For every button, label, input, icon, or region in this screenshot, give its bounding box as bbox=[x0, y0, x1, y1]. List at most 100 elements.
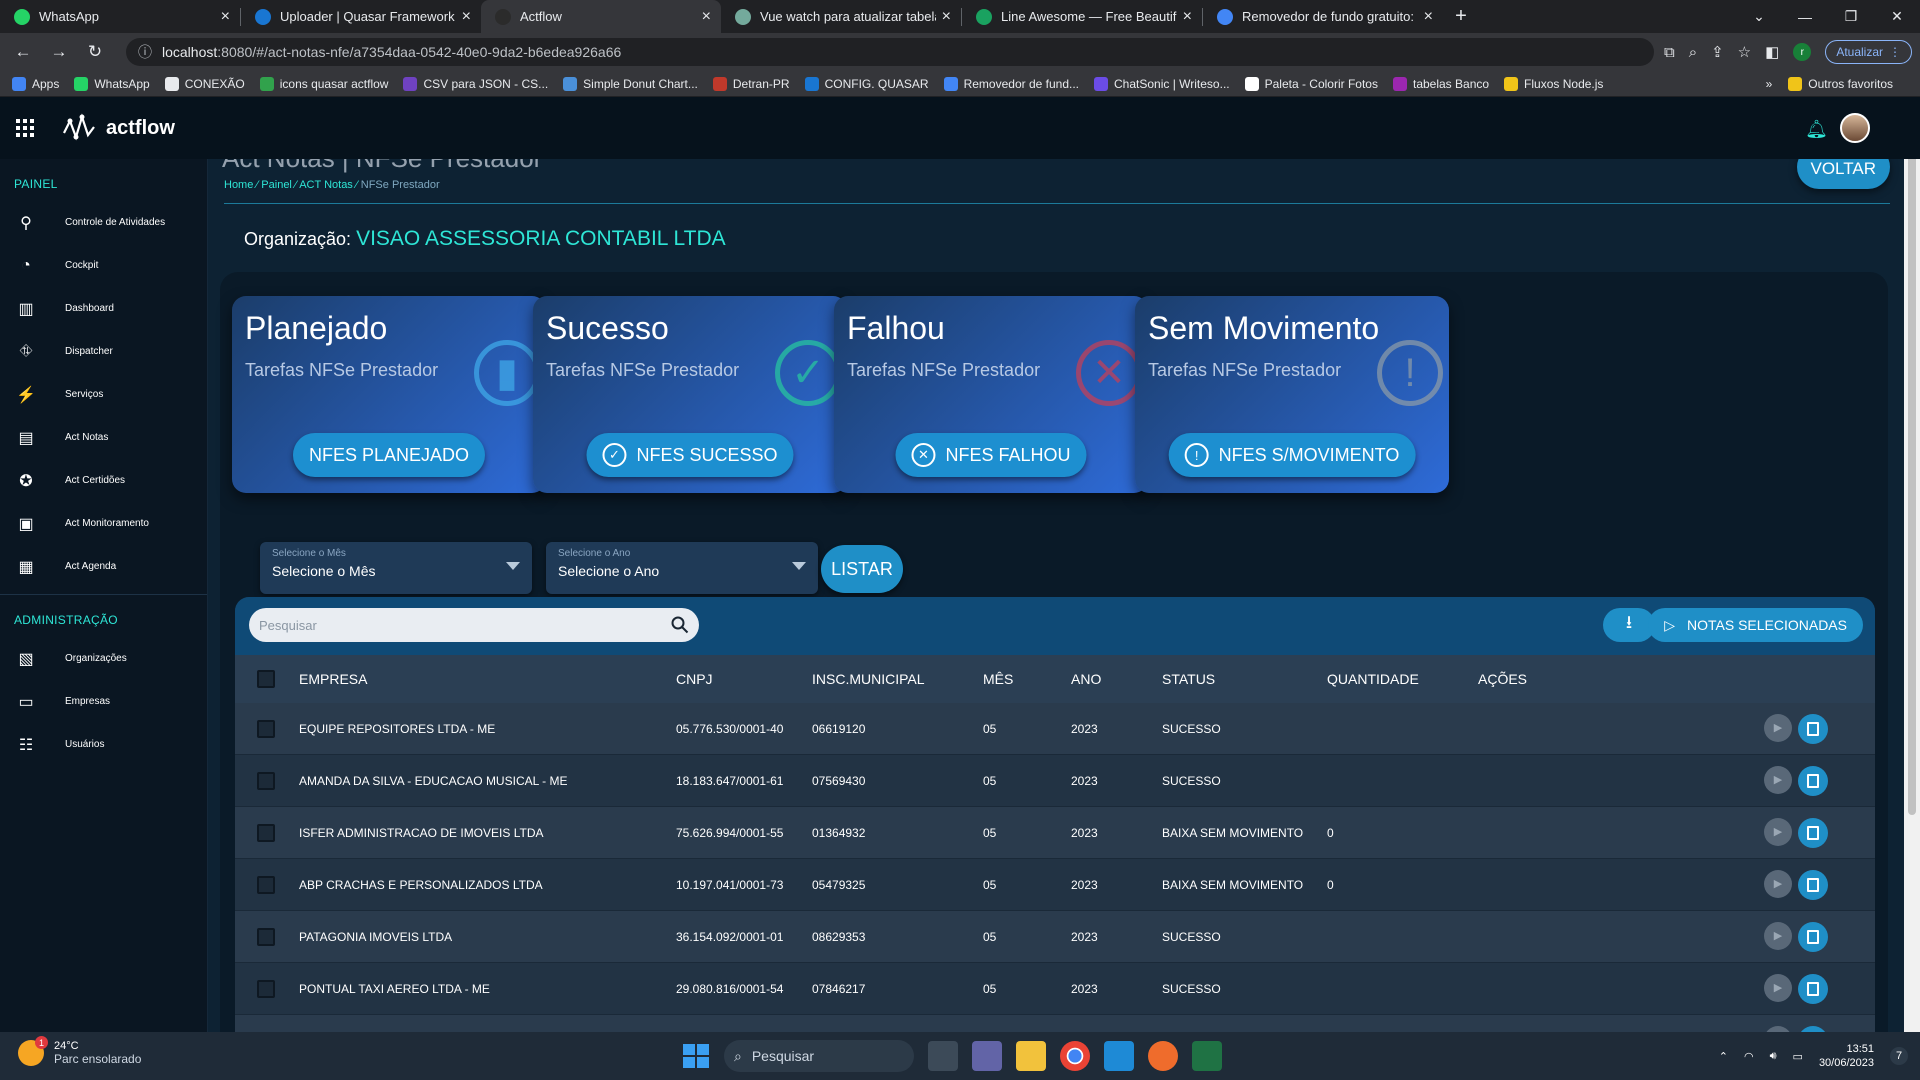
vscode-icon[interactable] bbox=[1104, 1041, 1134, 1071]
task-view-icon[interactable] bbox=[928, 1041, 958, 1071]
row-checkbox[interactable] bbox=[257, 719, 275, 738]
weather-widget[interactable]: 1 24°C Parc ensolarado bbox=[18, 1036, 141, 1066]
wifi-icon[interactable]: ◠ bbox=[1744, 1050, 1754, 1063]
column-header[interactable]: STATUS bbox=[1162, 671, 1215, 687]
other-bookmarks-folder[interactable]: Outros favoritos bbox=[1788, 76, 1893, 91]
document-icon[interactable] bbox=[1798, 713, 1828, 744]
new-tab-button[interactable]: + bbox=[1443, 0, 1479, 33]
row-checkbox[interactable] bbox=[257, 771, 275, 790]
tab-close-icon[interactable]: × bbox=[221, 8, 230, 26]
bookmark-item[interactable]: tabelas Banco bbox=[1392, 76, 1489, 91]
sidebar-item[interactable]: ▭ Empresas bbox=[0, 680, 207, 723]
play-icon[interactable]: ▶ bbox=[1764, 713, 1792, 742]
row-checkbox[interactable] bbox=[257, 979, 275, 998]
tab-close-icon[interactable]: × bbox=[1183, 8, 1192, 26]
sidebar-item[interactable]: ◔ Cockpit bbox=[0, 244, 207, 287]
side-panel-icon[interactable]: ◧ bbox=[1765, 43, 1779, 61]
play-icon[interactable]: ▶ bbox=[1764, 817, 1792, 846]
sidebar-item[interactable]: ✪ Act Certidões bbox=[0, 459, 207, 502]
clock[interactable]: 13:51 30/06/2023 bbox=[1819, 1042, 1874, 1070]
column-header[interactable]: QUANTIDADE bbox=[1327, 671, 1419, 687]
sidebar-item[interactable]: ▦ Act Agenda bbox=[0, 545, 207, 588]
breadcrumb-painel[interactable]: Painel bbox=[261, 179, 292, 191]
translate-icon[interactable]: ⧉ bbox=[1664, 44, 1675, 61]
search-icon[interactable] bbox=[671, 616, 689, 634]
back-button[interactable]: ← bbox=[8, 37, 38, 67]
tab-close-icon[interactable]: × bbox=[1424, 8, 1433, 26]
windows-start-icon[interactable] bbox=[680, 1041, 710, 1071]
page-scrollbar[interactable] bbox=[1904, 97, 1920, 1032]
zoom-icon[interactable]: ⌕ bbox=[1689, 44, 1697, 61]
browser-tab[interactable]: Uploader | Quasar Framework × bbox=[241, 0, 481, 33]
table-row[interactable]: EQUIPE REPOSITORES LTDA - ME 05.776.530/0… bbox=[235, 703, 1875, 755]
breadcrumb-home[interactable]: Home bbox=[224, 179, 253, 191]
minimize-button[interactable]: — bbox=[1782, 0, 1828, 33]
volume-icon[interactable]: 🔊︎ bbox=[1770, 1050, 1777, 1063]
row-checkbox[interactable] bbox=[257, 927, 275, 946]
bookmark-item[interactable]: CSV para JSON - CS... bbox=[403, 76, 548, 91]
listar-button[interactable]: LISTAR bbox=[821, 545, 903, 593]
month-select[interactable]: Selecione o Mês Selecione o Mês bbox=[260, 542, 532, 594]
tab-close-icon[interactable]: × bbox=[462, 8, 471, 26]
column-header[interactable]: INSC.MUNICIPAL bbox=[812, 671, 925, 687]
breadcrumb-act-notas[interactable]: ACT Notas bbox=[299, 179, 353, 191]
sidebar-item[interactable]: ⛗ Dispatcher bbox=[0, 330, 207, 373]
browser-tab[interactable]: WhatsApp × bbox=[0, 0, 240, 33]
bookmark-item[interactable]: CONFIG. QUASAR bbox=[804, 76, 929, 91]
document-icon[interactable] bbox=[1798, 921, 1828, 952]
site-info-icon[interactable]: ⓘ bbox=[138, 42, 152, 62]
sidebar-item[interactable]: ▥ Dashboard bbox=[0, 287, 207, 330]
column-header[interactable]: EMPRESA bbox=[299, 671, 367, 687]
document-icon[interactable] bbox=[1798, 765, 1828, 796]
sidebar-item[interactable]: ⚡ Serviços bbox=[0, 373, 207, 416]
column-header[interactable]: ANO bbox=[1071, 671, 1101, 687]
bookmark-item[interactable]: Apps bbox=[12, 76, 59, 91]
tray-chevron-icon[interactable]: ⌃ bbox=[1719, 1050, 1728, 1063]
table-row[interactable]: PATAGONIA IMOVEIS LTDA 36.154.092/0001-01… bbox=[235, 911, 1875, 963]
sidebar-item[interactable]: ▣ Act Monitoramento bbox=[0, 502, 207, 545]
reload-button[interactable]: ↻ bbox=[80, 37, 110, 67]
card-action-button[interactable]: ✕ NFES FALHOU bbox=[895, 433, 1087, 477]
tab-search-icon[interactable]: ⌄ bbox=[1736, 0, 1782, 33]
chrome-icon[interactable] bbox=[1060, 1041, 1090, 1071]
play-icon[interactable]: ▶ bbox=[1764, 973, 1792, 1002]
app-logo[interactable]: actflow bbox=[62, 113, 175, 143]
row-checkbox[interactable] bbox=[257, 823, 275, 842]
user-avatar[interactable] bbox=[1840, 113, 1870, 143]
table-row[interactable]: ISFER ADMINISTRACAO DE IMOVEIS LTDA 75.62… bbox=[235, 807, 1875, 859]
download-button[interactable]: ⭳ bbox=[1603, 608, 1655, 642]
play-icon[interactable]: ▶ bbox=[1764, 921, 1792, 950]
table-row[interactable]: ABP CRACHAS E PERSONALIZADOS LTDA 10.197.… bbox=[235, 859, 1875, 911]
bookmark-item[interactable]: icons quasar actflow bbox=[259, 76, 388, 91]
sidebar-item[interactable]: ☷ Usuários bbox=[0, 723, 207, 766]
update-button[interactable]: Atualizar ⋮ bbox=[1825, 40, 1912, 64]
notification-count[interactable]: 7 bbox=[1890, 1047, 1908, 1065]
more-bookmarks-button[interactable]: » bbox=[1766, 77, 1773, 91]
document-icon[interactable] bbox=[1798, 817, 1828, 848]
table-search-input[interactable]: Pesquisar bbox=[249, 608, 699, 642]
taskbar-search[interactable]: ⌕ Pesquisar bbox=[724, 1040, 914, 1072]
bookmark-item[interactable]: ChatSonic | Writeso... bbox=[1094, 76, 1230, 91]
browser-tab[interactable]: Actflow × bbox=[481, 0, 721, 33]
card-action-button[interactable]: ✓ NFES SUCESSO bbox=[586, 433, 794, 477]
sidebar-item[interactable]: ▤ Act Notas bbox=[0, 416, 207, 459]
document-icon[interactable] bbox=[1798, 869, 1828, 900]
teams-icon[interactable] bbox=[972, 1041, 1002, 1071]
tab-close-icon[interactable]: × bbox=[702, 8, 711, 26]
url-bar[interactable]: ⓘ localhost :8080/#/act-notas-nfe/a7354d… bbox=[126, 38, 1654, 66]
bookmark-item[interactable]: Simple Donut Chart... bbox=[563, 76, 698, 91]
share-icon[interactable]: ⇪ bbox=[1711, 43, 1724, 61]
column-header[interactable]: CNPJ bbox=[676, 671, 713, 687]
table-row[interactable]: AMANDA DA SILVA - EDUCACAO MUSICAL - ME 1… bbox=[235, 755, 1875, 807]
sidebar-item[interactable]: ▧ Organizações bbox=[0, 637, 207, 680]
forward-button[interactable]: → bbox=[44, 37, 74, 67]
bookmark-item[interactable]: CONEXÃO bbox=[164, 76, 245, 91]
bookmark-item[interactable]: WhatsApp bbox=[74, 76, 150, 91]
bookmark-star-icon[interactable]: ☆ bbox=[1738, 43, 1751, 61]
play-icon[interactable]: ▶ bbox=[1764, 869, 1792, 898]
browser-tab[interactable]: Removedor de fundo gratuito: Re × bbox=[1203, 0, 1443, 33]
battery-icon[interactable]: ▭ bbox=[1793, 1050, 1803, 1063]
excel-icon[interactable] bbox=[1192, 1041, 1222, 1071]
play-icon[interactable]: ▶ bbox=[1764, 765, 1792, 794]
scrollbar-thumb[interactable] bbox=[1908, 115, 1916, 815]
